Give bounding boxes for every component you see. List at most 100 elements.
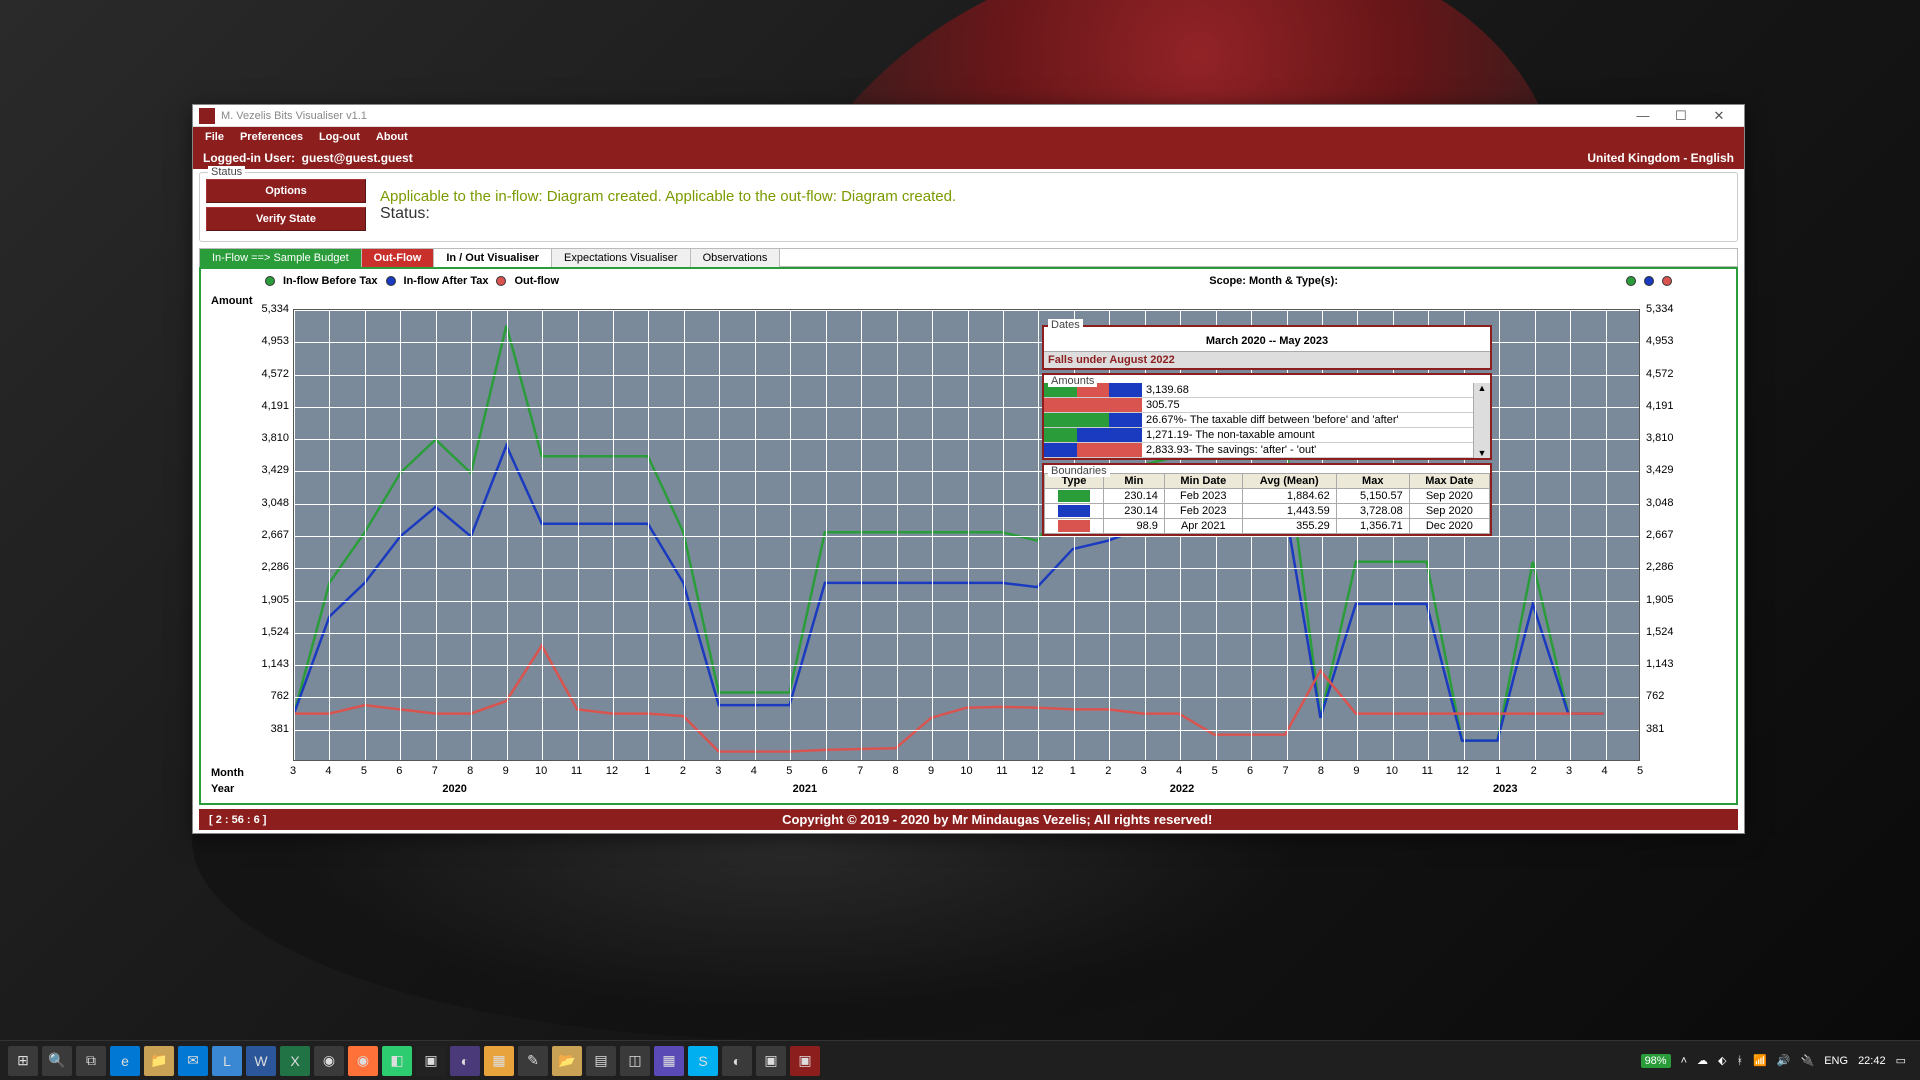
search-icon[interactable]: 🔍 bbox=[42, 1046, 72, 1076]
tab-strip: In-Flow ==> Sample Budget Out-Flow In / … bbox=[199, 248, 1738, 267]
year-tick: 2023 bbox=[1493, 783, 1517, 795]
app-icon-7[interactable]: ◫ bbox=[620, 1046, 650, 1076]
options-button[interactable]: Options bbox=[206, 179, 366, 203]
y-tick: 3,810 bbox=[253, 432, 289, 444]
chart-body[interactable]: Amount Month Year Dates March 2020 -- Ma… bbox=[205, 289, 1732, 799]
close-button[interactable]: ✕ bbox=[1700, 106, 1738, 126]
explorer-icon[interactable]: 📁 bbox=[144, 1046, 174, 1076]
taskbar[interactable]: ⊞ 🔍 ⧉ e 📁 ✉ L W X ◉ ◉ ◧ ▣ ◐ ▦ ✎ 📂 ▤ ◫ ▦ … bbox=[0, 1040, 1920, 1080]
amount-value: 3,139.68 bbox=[1142, 384, 1473, 396]
app-icon-3[interactable]: ▦ bbox=[484, 1046, 514, 1076]
x-tick: 3 bbox=[1566, 765, 1572, 777]
x-tick: 4 bbox=[325, 765, 331, 777]
tray-time[interactable]: 22:42 bbox=[1858, 1055, 1886, 1067]
start-button[interactable]: ⊞ bbox=[8, 1046, 38, 1076]
x-tick: 5 bbox=[361, 765, 367, 777]
app-icon-8[interactable]: ▦ bbox=[654, 1046, 684, 1076]
tray-chevron-up-icon[interactable]: ˄ bbox=[1681, 1055, 1687, 1067]
amounts-row: 1,271.19- The non-taxable amount bbox=[1044, 428, 1473, 443]
app-icon-5[interactable]: 📂 bbox=[552, 1046, 582, 1076]
year-tick: 2022 bbox=[1170, 783, 1194, 795]
word-icon[interactable]: W bbox=[246, 1046, 276, 1076]
mail-icon[interactable]: ✉ bbox=[178, 1046, 208, 1076]
dates-range: March 2020 -- May 2023 bbox=[1044, 327, 1490, 351]
edge-icon[interactable]: e bbox=[110, 1046, 140, 1076]
dropbox-icon[interactable]: ⬖ bbox=[1718, 1054, 1726, 1067]
menu-bar: File Preferences Log-out About bbox=[193, 127, 1744, 146]
volume-icon[interactable]: 🔊 bbox=[1777, 1054, 1791, 1067]
x-tick: 2 bbox=[1531, 765, 1537, 777]
amounts-scrollbar[interactable]: ▲▼ bbox=[1473, 383, 1490, 458]
x-tick: 2 bbox=[680, 765, 686, 777]
notifications-icon[interactable]: ▭ bbox=[1896, 1054, 1906, 1067]
x-tick: 1 bbox=[1070, 765, 1076, 777]
y-tick: 4,191 bbox=[253, 400, 289, 412]
wifi-icon[interactable]: 📶 bbox=[1753, 1054, 1767, 1067]
app-icon-1[interactable]: L bbox=[212, 1046, 242, 1076]
y-tick: 381 bbox=[1646, 723, 1682, 735]
amounts-row: 2,833.93- The savings: 'after' - 'out' bbox=[1044, 443, 1473, 458]
excel-icon[interactable]: X bbox=[280, 1046, 310, 1076]
legend-out: Out-flow bbox=[514, 275, 559, 287]
menu-about[interactable]: About bbox=[368, 131, 416, 143]
battery-icon[interactable]: 🔌 bbox=[1801, 1054, 1815, 1067]
y-tick: 4,572 bbox=[253, 368, 289, 380]
y-tick: 2,286 bbox=[253, 561, 289, 573]
y-tick: 762 bbox=[1646, 690, 1682, 702]
year-axis-label: Year bbox=[211, 783, 234, 795]
boundaries-row: 230.14Feb 20231,884.625,150.57Sep 2020 bbox=[1045, 489, 1490, 504]
firefox-icon[interactable]: ◉ bbox=[348, 1046, 378, 1076]
x-tick: 5 bbox=[1212, 765, 1218, 777]
legend-dot-after-icon bbox=[386, 276, 396, 286]
x-tick: 5 bbox=[1637, 765, 1643, 777]
series-line bbox=[294, 646, 1604, 752]
x-tick: 12 bbox=[1457, 765, 1469, 777]
tab-outflow[interactable]: Out-Flow bbox=[362, 249, 435, 267]
maximize-button[interactable]: ☐ bbox=[1662, 106, 1700, 126]
chrome-icon[interactable]: ◉ bbox=[314, 1046, 344, 1076]
app-icon-9[interactable]: ◐ bbox=[722, 1046, 752, 1076]
x-tick: 10 bbox=[1386, 765, 1398, 777]
app-icon-2[interactable]: ◧ bbox=[382, 1046, 412, 1076]
menu-preferences[interactable]: Preferences bbox=[232, 131, 311, 143]
tab-observations[interactable]: Observations bbox=[691, 249, 781, 267]
title-bar[interactable]: M. Vezelis Bits Visualiser v1.1 — ☐ ✕ bbox=[193, 105, 1744, 127]
skype-icon[interactable]: S bbox=[688, 1046, 718, 1076]
status-message: Applicable to the in-flow: Diagram creat… bbox=[380, 188, 956, 205]
app-icon-6[interactable]: ▤ bbox=[586, 1046, 616, 1076]
x-tick: 1 bbox=[1495, 765, 1501, 777]
user-name: guest@guest.guest bbox=[302, 151, 413, 165]
tab-inout-visualiser[interactable]: In / Out Visualiser bbox=[434, 249, 552, 267]
current-app-icon[interactable]: ▣ bbox=[790, 1046, 820, 1076]
app-icon-4[interactable]: ✎ bbox=[518, 1046, 548, 1076]
task-view-icon[interactable]: ⧉ bbox=[76, 1046, 106, 1076]
copyright: Copyright © 2019 - 2020 by Mr Mindaugas … bbox=[266, 812, 1728, 827]
tab-expectations[interactable]: Expectations Visualiser bbox=[552, 249, 691, 267]
system-tray[interactable]: 98% ˄ ☁ ⬖ ᚼ 📶 🔊 🔌 ENG 22:42 ▭ bbox=[1633, 1054, 1914, 1068]
app-window: M. Vezelis Bits Visualiser v1.1 — ☐ ✕ Fi… bbox=[192, 104, 1745, 834]
x-tick: 6 bbox=[1247, 765, 1253, 777]
amounts-row: 26.67%- The taxable diff between 'before… bbox=[1044, 413, 1473, 428]
cloud-icon[interactable]: ☁ bbox=[1697, 1054, 1708, 1067]
year-tick: 2020 bbox=[442, 783, 466, 795]
menu-logout[interactable]: Log-out bbox=[311, 131, 368, 143]
x-tick: 4 bbox=[1176, 765, 1182, 777]
tray-language[interactable]: ENG bbox=[1824, 1055, 1848, 1067]
app-icon-10[interactable]: ▣ bbox=[756, 1046, 786, 1076]
verify-state-button[interactable]: Verify State bbox=[206, 207, 366, 231]
eclipse-icon[interactable]: ◐ bbox=[450, 1046, 480, 1076]
boundaries-row: 98.9Apr 2021355.291,356.71Dec 2020 bbox=[1045, 519, 1490, 534]
session-timer: [ 2 : 56 : 6 ] bbox=[209, 814, 266, 826]
minimize-button[interactable]: — bbox=[1624, 106, 1662, 126]
terminal-icon[interactable]: ▣ bbox=[416, 1046, 446, 1076]
legend-dot-out-icon bbox=[496, 276, 506, 286]
tab-inflow[interactable]: In-Flow ==> Sample Budget bbox=[200, 249, 362, 267]
legend-dot-before-icon bbox=[265, 276, 275, 286]
x-tick: 11 bbox=[571, 765, 582, 777]
falls-under: Falls under August 2022 bbox=[1044, 351, 1490, 368]
menu-file[interactable]: File bbox=[197, 131, 232, 143]
legend-after: In-flow After Tax bbox=[404, 275, 489, 287]
bluetooth-icon[interactable]: ᚼ bbox=[1737, 1055, 1744, 1067]
amounts-row: 3,139.68 bbox=[1044, 383, 1473, 398]
data-overlay[interactable]: Dates March 2020 -- May 2023 Falls under… bbox=[1042, 325, 1492, 539]
